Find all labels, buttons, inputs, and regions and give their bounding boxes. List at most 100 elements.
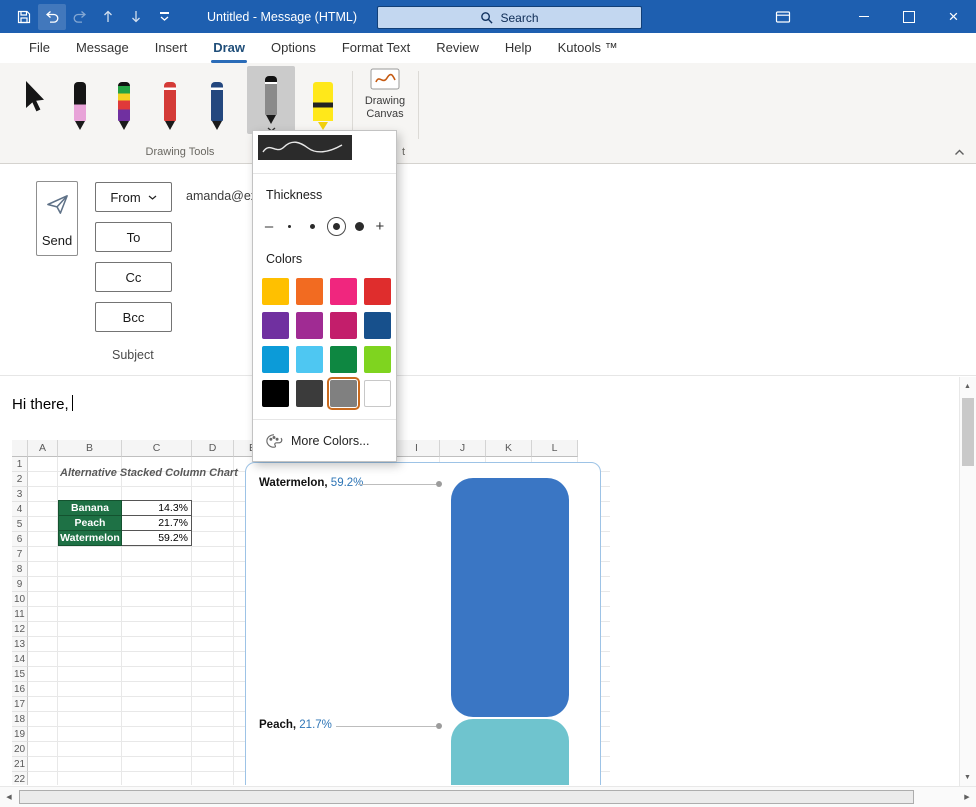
fruit-value-cell: 14.3% — [122, 500, 192, 516]
thickness-option-1[interactable] — [280, 217, 299, 236]
column-header-I: I — [394, 440, 440, 457]
pen-stroke-preview — [258, 135, 352, 160]
search-input[interactable]: Search — [377, 6, 642, 29]
message-body[interactable]: Hi there, ABCDEFGHIJKL 12345678910111213… — [0, 376, 959, 786]
cursor-arrow-icon — [19, 80, 47, 116]
tab-kutools[interactable]: Kutools ™ — [545, 33, 631, 63]
color-swatch-light-blue[interactable] — [296, 346, 323, 373]
color-swatch-pink[interactable] — [330, 278, 357, 305]
galaxy-pen-button[interactable] — [104, 66, 144, 130]
tab-message[interactable]: Message — [63, 33, 142, 63]
row-header-18: 18 — [12, 712, 28, 727]
undo-icon[interactable] — [38, 4, 66, 30]
sheet-title: Alternative Stacked Column Chart — [60, 467, 238, 479]
red-pen-icon — [159, 82, 181, 130]
minimize-icon[interactable] — [841, 0, 886, 33]
collapse-ribbon-icon[interactable] — [950, 145, 968, 159]
row-header-22: 22 — [12, 772, 28, 785]
tab-file[interactable]: File — [16, 33, 63, 63]
compose-header: Send From amanda@ex To Cc Bcc Subject — [0, 164, 976, 376]
drawing-canvas-label-line1: Drawing — [365, 95, 405, 107]
select-tool-button[interactable] — [12, 66, 54, 130]
column-header-L: L — [532, 440, 578, 457]
color-swatch-black[interactable] — [262, 380, 289, 407]
horizontal-scrollbar[interactable]: ◀ ▶ — [0, 786, 976, 807]
thickness-option-4[interactable] — [350, 217, 369, 236]
fruit-name-cell: Peach — [58, 515, 122, 531]
pencil-tool-button[interactable] — [60, 66, 100, 130]
tab-format-text[interactable]: Format Text — [329, 33, 423, 63]
text-cursor — [72, 395, 74, 411]
column-header-C: C — [122, 440, 192, 457]
redo-icon[interactable] — [66, 4, 94, 30]
color-swatch-red[interactable] — [364, 278, 391, 305]
color-swatch-white[interactable] — [364, 380, 391, 407]
row-header-12: 12 — [12, 622, 28, 637]
blue-pen-icon — [206, 82, 228, 130]
color-swatch-blue[interactable] — [262, 346, 289, 373]
gray-pen-icon — [260, 76, 282, 124]
more-colors-label: More Colors... — [291, 434, 370, 448]
color-swatch-gold[interactable] — [262, 278, 289, 305]
color-swatch-orange[interactable] — [296, 278, 323, 305]
row-header-2: 2 — [12, 472, 28, 487]
column-header-D: D — [192, 440, 234, 457]
from-button[interactable]: From — [95, 182, 172, 212]
close-icon[interactable]: × — [931, 0, 976, 33]
column-header-B: B — [58, 440, 122, 457]
thickness-decrease-button[interactable]: – — [262, 219, 276, 234]
tab-options[interactable]: Options — [258, 33, 329, 63]
search-placeholder: Search — [500, 11, 538, 25]
next-item-icon[interactable] — [122, 4, 150, 30]
save-icon[interactable] — [10, 4, 38, 30]
previous-item-icon[interactable] — [94, 4, 122, 30]
watermelon-bar — [451, 478, 569, 717]
color-swatch-dark-gray[interactable] — [296, 380, 323, 407]
send-button[interactable]: Send — [36, 181, 78, 256]
table-row: Peach21.7% — [58, 515, 192, 531]
cc-button[interactable]: Cc — [95, 262, 172, 292]
scroll-right-icon[interactable]: ▶ — [958, 787, 976, 807]
table-row: Watermelon59.2% — [58, 530, 192, 546]
color-swatch-light-green[interactable] — [364, 346, 391, 373]
color-swatch-purple[interactable] — [262, 312, 289, 339]
blue-pen-button[interactable] — [197, 66, 237, 130]
scroll-down-icon[interactable]: ▼ — [960, 769, 975, 785]
color-swatch-green[interactable] — [330, 346, 357, 373]
peach-leader-dot — [436, 723, 442, 729]
column-header-K: K — [486, 440, 532, 457]
thickness-increase-button[interactable]: + — [373, 219, 387, 234]
more-colors-button[interactable]: More Colors... — [253, 426, 396, 456]
tab-review[interactable]: Review — [423, 33, 492, 63]
red-pen-button[interactable] — [150, 66, 190, 130]
bcc-button[interactable]: Bcc — [95, 302, 172, 332]
embedded-spreadsheet-image[interactable]: ABCDEFGHIJKL 123456789101112131415161718… — [12, 440, 610, 785]
color-swatch-magenta[interactable] — [296, 312, 323, 339]
sheet-corner-cell — [12, 440, 28, 457]
yellow-highlighter-button[interactable] — [301, 66, 345, 130]
ribbon: Drawing Canvas Drawing Tools t — [0, 63, 976, 164]
customize-quick-access-icon[interactable] — [150, 4, 178, 30]
ribbon-layout-icon[interactable] — [760, 0, 805, 33]
horizontal-scroll-thumb[interactable] — [19, 790, 914, 804]
tab-draw[interactable]: Draw — [200, 33, 258, 63]
watermelon-data-label: Watermelon, 59.2% — [259, 477, 363, 489]
to-button[interactable]: To — [95, 222, 172, 252]
thickness-option-2[interactable] — [303, 217, 322, 236]
scroll-up-icon[interactable]: ▲ — [960, 378, 975, 394]
tab-insert[interactable]: Insert — [142, 33, 201, 63]
row-header-4: 4 — [12, 502, 28, 517]
vertical-scroll-thumb[interactable] — [962, 398, 974, 466]
column-header-J: J — [440, 440, 486, 457]
maximize-icon[interactable] — [886, 0, 931, 33]
row-header-7: 7 — [12, 547, 28, 562]
color-swatch-raspberry[interactable] — [330, 312, 357, 339]
thickness-option-3[interactable] — [327, 217, 346, 236]
color-swatch-dark-blue[interactable] — [364, 312, 391, 339]
palette-icon — [265, 433, 283, 449]
color-swatch-gray[interactable] — [330, 380, 357, 407]
tab-help[interactable]: Help — [492, 33, 545, 63]
gray-pen-button-selected[interactable] — [247, 66, 295, 134]
vertical-scrollbar[interactable]: ▲ ▼ — [959, 377, 976, 786]
scroll-left-icon[interactable]: ◀ — [0, 787, 18, 807]
